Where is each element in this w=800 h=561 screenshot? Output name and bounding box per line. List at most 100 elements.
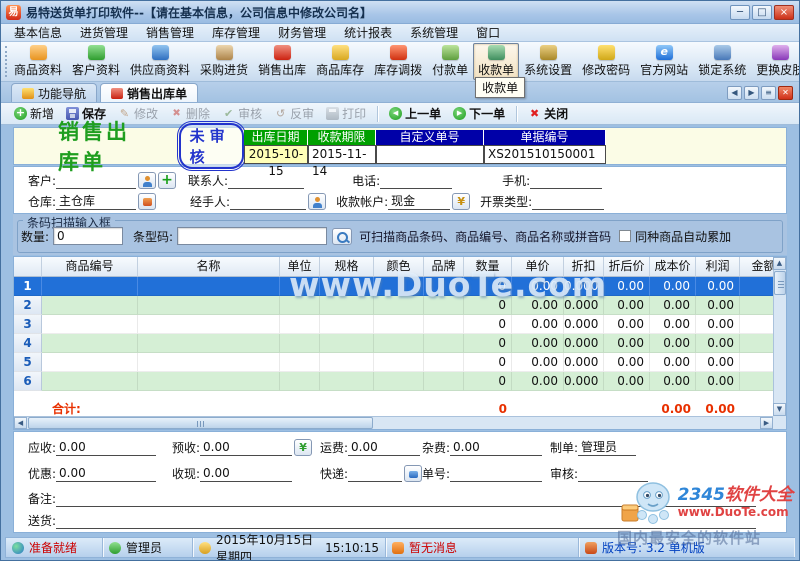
scroll-up-icon[interactable]: ▲: [773, 257, 786, 270]
invoice-type-field[interactable]: [532, 194, 605, 210]
toolbar-official-website[interactable]: 官方网站: [635, 43, 693, 80]
express-select-button[interactable]: [404, 465, 423, 482]
toolbar-payment-bill[interactable]: 付款单: [427, 43, 473, 80]
table-cell[interactable]: [740, 277, 773, 296]
table-cell[interactable]: [42, 315, 138, 334]
action-audit-button[interactable]: 审核: [217, 104, 267, 123]
table-cell[interactable]: 0.00: [696, 315, 740, 334]
row-number-cell[interactable]: 3: [14, 315, 42, 334]
warehouse-lookup-button[interactable]: [138, 193, 157, 210]
scroll-down-icon[interactable]: ▼: [773, 403, 786, 416]
table-cell[interactable]: [740, 315, 773, 334]
table-cell[interactable]: [138, 353, 280, 372]
menu-item-window[interactable]: 窗口: [467, 23, 509, 42]
toolbar-purchase-in[interactable]: 采购进货: [195, 43, 253, 80]
toolbar-change-skin[interactable]: 更换皮肤▾: [751, 43, 799, 80]
contact-field[interactable]: [228, 173, 305, 189]
scan-qty-input[interactable]: 0: [53, 227, 124, 245]
table-cell[interactable]: [320, 315, 374, 334]
express-field[interactable]: [348, 466, 403, 482]
row-number-cell[interactable]: 2: [14, 296, 42, 315]
table-cell[interactable]: [280, 315, 320, 334]
table-cell[interactable]: 0.00: [512, 372, 564, 391]
table-cell[interactable]: 0.000: [564, 296, 604, 315]
maximize-icon[interactable]: □: [752, 4, 772, 20]
table-cell[interactable]: [320, 372, 374, 391]
scroll-right-icon[interactable]: ▶: [760, 417, 773, 429]
table-cell[interactable]: [320, 296, 374, 315]
toolbar-product-info[interactable]: 商品资料: [9, 43, 67, 80]
action-close-button[interactable]: 关闭: [523, 104, 573, 123]
table-cell[interactable]: [42, 334, 138, 353]
table-cell[interactable]: 0.000: [564, 277, 604, 296]
table-cell[interactable]: [740, 353, 773, 372]
table-cell[interactable]: [740, 334, 773, 353]
table-cell[interactable]: 0.00: [650, 334, 696, 353]
horizontal-scrollbar[interactable]: ◀ ▶: [14, 416, 773, 429]
misc-fee-field[interactable]: 0.00: [450, 440, 543, 456]
delivery-field[interactable]: [56, 513, 757, 529]
close-icon[interactable]: ×: [774, 4, 794, 20]
table-cell[interactable]: [42, 353, 138, 372]
table-cell[interactable]: 0.000: [564, 353, 604, 372]
action-unaudit-button[interactable]: 反审: [269, 104, 319, 123]
table-cell[interactable]: [424, 296, 464, 315]
table-cell[interactable]: 0: [464, 277, 512, 296]
tab-close-icon[interactable]: ✕: [778, 86, 793, 100]
account-field[interactable]: 现金: [388, 194, 451, 210]
menu-item-finance[interactable]: 财务管理: [269, 23, 335, 42]
table-cell[interactable]: [374, 277, 424, 296]
table-cell[interactable]: [424, 315, 464, 334]
table-cell[interactable]: 0.00: [512, 353, 564, 372]
table-cell[interactable]: 0: [464, 296, 512, 315]
customer-field[interactable]: [56, 173, 137, 189]
horizontal-scroll-thumb[interactable]: [28, 417, 373, 429]
cash-field[interactable]: 0.00: [200, 466, 293, 482]
table-cell[interactable]: [42, 372, 138, 391]
action-print-button[interactable]: 打印: [321, 104, 371, 123]
outbound-date-field[interactable]: 2015-10-15: [244, 145, 308, 178]
table-cell[interactable]: [42, 277, 138, 296]
table-cell[interactable]: 0.00: [650, 277, 696, 296]
row-number-cell[interactable]: 1: [14, 277, 42, 296]
table-cell[interactable]: [138, 315, 280, 334]
menu-item-sales[interactable]: 销售管理: [137, 23, 203, 42]
table-cell[interactable]: [374, 334, 424, 353]
barcode-input[interactable]: [177, 227, 328, 245]
table-cell[interactable]: 0.00: [512, 296, 564, 315]
table-cell[interactable]: [138, 334, 280, 353]
tab-scroll-right-icon[interactable]: ▶: [744, 86, 759, 100]
table-cell[interactable]: 0.00: [512, 315, 564, 334]
prepaid-field[interactable]: 0.00: [200, 440, 293, 456]
table-cell[interactable]: [374, 296, 424, 315]
phone-field[interactable]: [380, 173, 453, 189]
table-cell[interactable]: 0.00: [650, 353, 696, 372]
menu-item-basic-info[interactable]: 基本信息: [5, 23, 71, 42]
due-date-field[interactable]: 2015-11-14: [308, 145, 376, 178]
discount-field[interactable]: 0.00: [56, 466, 157, 482]
action-new-button[interactable]: 新增: [9, 104, 59, 123]
table-cell[interactable]: 0: [464, 334, 512, 353]
prepaid-select-button[interactable]: [294, 439, 313, 456]
account-lookup-button[interactable]: [452, 193, 471, 210]
mobile-field[interactable]: [530, 173, 603, 189]
table-cell[interactable]: [320, 334, 374, 353]
tab-function-nav[interactable]: 功能导航: [11, 83, 98, 102]
table-cell[interactable]: 0.000: [564, 315, 604, 334]
accumulate-checkbox[interactable]: [619, 230, 632, 242]
table-cell[interactable]: [424, 334, 464, 353]
table-cell[interactable]: 0.00: [512, 334, 564, 353]
status-message[interactable]: 暂无消息: [409, 539, 457, 556]
table-cell[interactable]: [280, 277, 320, 296]
toolbar-customer-info[interactable]: 客户资料: [67, 43, 125, 80]
table-cell[interactable]: [424, 277, 464, 296]
tab-scroll-left-icon[interactable]: ◀: [727, 86, 742, 100]
menu-item-purchase[interactable]: 进货管理: [71, 23, 137, 42]
toolbar-system-settings[interactable]: 系统设置: [519, 43, 577, 80]
table-cell[interactable]: 0.000: [564, 334, 604, 353]
toolbar-lock-system[interactable]: 锁定系统: [693, 43, 751, 80]
table-cell[interactable]: 0.000: [564, 372, 604, 391]
table-cell[interactable]: [138, 372, 280, 391]
table-cell[interactable]: 0.00: [696, 334, 740, 353]
table-cell[interactable]: 0.00: [604, 353, 650, 372]
